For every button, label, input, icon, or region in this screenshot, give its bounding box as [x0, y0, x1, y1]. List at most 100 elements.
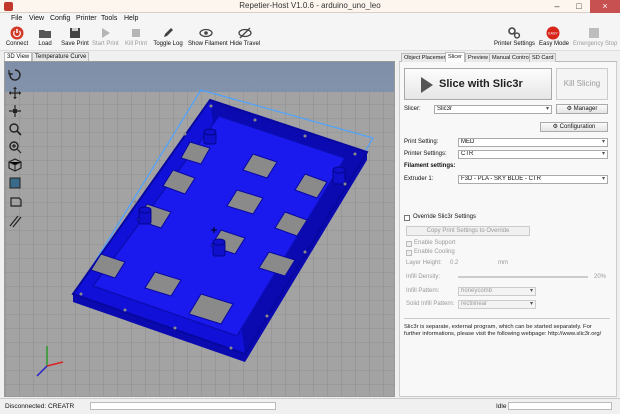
- menu-view[interactable]: View: [29, 15, 44, 22]
- play-icon: [421, 77, 433, 93]
- save-print-label: Save Print: [61, 41, 89, 47]
- zoom-icon[interactable]: [8, 122, 22, 136]
- solid-infill-select[interactable]: rectilinear ▾: [458, 300, 536, 309]
- easy-badge-text: EASY: [548, 32, 558, 36]
- tab-temperature-curve[interactable]: Temperature Curve: [32, 52, 90, 61]
- layer-height-label: Layer Height:: [406, 260, 442, 266]
- print-setting-label: Print Setting:: [404, 139, 439, 145]
- chevron-down-icon: ▾: [529, 288, 533, 294]
- status-progress: [90, 402, 276, 410]
- menu-config[interactable]: Config: [50, 15, 70, 22]
- kill-slicing-button[interactable]: Kill Slicing: [556, 68, 608, 100]
- solid-infill-label: Solid Infill Pattern:: [406, 301, 455, 307]
- tab-preview[interactable]: Preview: [465, 53, 491, 62]
- manager-icon: ⚙: [566, 106, 574, 112]
- solid-infill-value: rectilinear: [461, 301, 488, 307]
- tab-sd-card[interactable]: SD Card: [529, 53, 557, 62]
- menu-file[interactable]: File: [11, 15, 22, 22]
- infill-density-slider[interactable]: [458, 276, 588, 278]
- easy-mode-button[interactable]: EASY Easy Mode: [539, 26, 570, 47]
- move-icon[interactable]: [8, 86, 22, 100]
- printer-setting-label: Printer Settings:: [404, 151, 447, 157]
- 3d-viewport[interactable]: [4, 61, 395, 397]
- emergency-stop-icon: [589, 28, 599, 38]
- configuration-icon: ⚙: [552, 124, 560, 130]
- play-icon: [102, 28, 110, 38]
- move-object-icon[interactable]: [8, 104, 22, 118]
- load-button[interactable]: Load: [34, 26, 56, 47]
- infill-pattern-value: honeycomb: [461, 288, 493, 294]
- enable-support-checkbox[interactable]: [406, 241, 412, 247]
- show-filament-label: Show Filament: [188, 41, 228, 47]
- extruder-select[interactable]: F3D - PLA - SKY BLUE - CTR ▾: [458, 175, 608, 184]
- menu-printer[interactable]: Printer: [76, 15, 97, 22]
- kill-print-button[interactable]: Kill Print: [125, 26, 147, 47]
- slicer-select-value: Slic3r: [437, 106, 453, 112]
- configuration-button[interactable]: ⚙ Configuration: [540, 122, 608, 132]
- tab-object-placement[interactable]: Object Placement: [401, 53, 452, 62]
- view-side-tools: [5, 62, 25, 232]
- folder-icon: [39, 30, 51, 38]
- enable-cooling-checkbox[interactable]: [406, 250, 412, 256]
- emergency-stop-label: Emergency Stop: [573, 41, 618, 47]
- slicer-select[interactable]: Slic3r ▾: [434, 105, 552, 114]
- maximize-icon[interactable]: □: [568, 0, 590, 13]
- power-icon: [10, 26, 24, 40]
- stop-icon: [132, 29, 140, 37]
- override-checkbox[interactable]: [404, 215, 410, 221]
- eye-icon: [199, 28, 213, 38]
- printer-settings-button[interactable]: Printer Settings: [494, 26, 536, 47]
- slicer-label: Slicer:: [404, 106, 421, 112]
- emergency-stop-button[interactable]: Emergency Stop: [573, 26, 618, 47]
- infill-pattern-label: Infill Pattern:: [406, 288, 440, 294]
- right-tabs: Object Placement Slicer Preview Manual C…: [399, 52, 617, 62]
- front-view-icon[interactable]: [8, 176, 22, 190]
- enable-support-label: Enable Support: [414, 240, 456, 246]
- printer-state: Idle: [496, 403, 507, 410]
- tab-manual-control[interactable]: Manual Control: [489, 53, 533, 62]
- menu-help[interactable]: Help: [124, 15, 138, 22]
- easy-mode-label: Easy Mode: [539, 41, 570, 47]
- zoom-fit-icon[interactable]: [8, 140, 22, 154]
- minimize-icon[interactable]: –: [546, 0, 568, 13]
- print-progress: [508, 402, 612, 410]
- start-print-button[interactable]: Start Print: [92, 26, 119, 47]
- filament-settings-heading: Filament settings:: [404, 163, 456, 169]
- infill-density-value: 20%: [594, 274, 607, 280]
- toolbar: Connect Load Save Print Start Print Kill…: [0, 25, 620, 51]
- printer-setting-value: CTR: [461, 151, 474, 157]
- chevron-down-icon: ▾: [601, 151, 605, 157]
- parallel-lines-icon[interactable]: [8, 214, 22, 228]
- 3d-scene[interactable]: [5, 62, 395, 397]
- show-filament-button[interactable]: Show Filament: [188, 26, 228, 47]
- print-setting-select[interactable]: MED ▾: [458, 138, 608, 147]
- save-icon: [70, 28, 80, 38]
- tab-slicer[interactable]: Slicer: [445, 52, 465, 62]
- extruder-value: F3D - PLA - SKY BLUE - CTR: [461, 176, 541, 182]
- toggle-log-button[interactable]: Toggle Log: [153, 26, 183, 47]
- close-icon[interactable]: ×: [590, 0, 620, 13]
- eye-slash-icon: [238, 27, 252, 39]
- chevron-down-icon: ▾: [601, 139, 605, 145]
- printer-setting-select[interactable]: CTR ▾: [458, 150, 608, 159]
- infill-density-label: Infill Density:: [406, 274, 441, 280]
- isometric-view-icon[interactable]: [8, 158, 22, 172]
- save-print-button[interactable]: Save Print: [60, 26, 90, 47]
- manager-button[interactable]: ⚙ Manager: [556, 104, 608, 114]
- layer-height-unit: mm: [498, 260, 508, 266]
- top-view-icon[interactable]: [8, 194, 22, 208]
- tab-3d-view[interactable]: 3D View: [4, 52, 33, 61]
- rotate-icon[interactable]: [8, 68, 22, 82]
- printer-settings-label: Printer Settings: [494, 41, 536, 47]
- right-panel: Object Placement Slicer Preview Manual C…: [399, 52, 617, 397]
- hide-travel-button[interactable]: Hide Travel: [229, 26, 261, 47]
- menu-tools[interactable]: Tools: [101, 15, 117, 22]
- infill-pattern-select[interactable]: honeycomb ▾: [458, 287, 536, 296]
- copy-settings-button[interactable]: Copy Print Settings to Override: [406, 226, 530, 236]
- slice-button[interactable]: Slice with Slic3r: [404, 68, 552, 100]
- layer-height-value: 0.2: [450, 260, 459, 266]
- print-setting-value: MED: [461, 139, 475, 145]
- connect-button[interactable]: Connect: [4, 26, 30, 47]
- toggle-log-label: Toggle Log: [153, 41, 183, 47]
- hide-travel-label: Hide Travel: [229, 41, 261, 47]
